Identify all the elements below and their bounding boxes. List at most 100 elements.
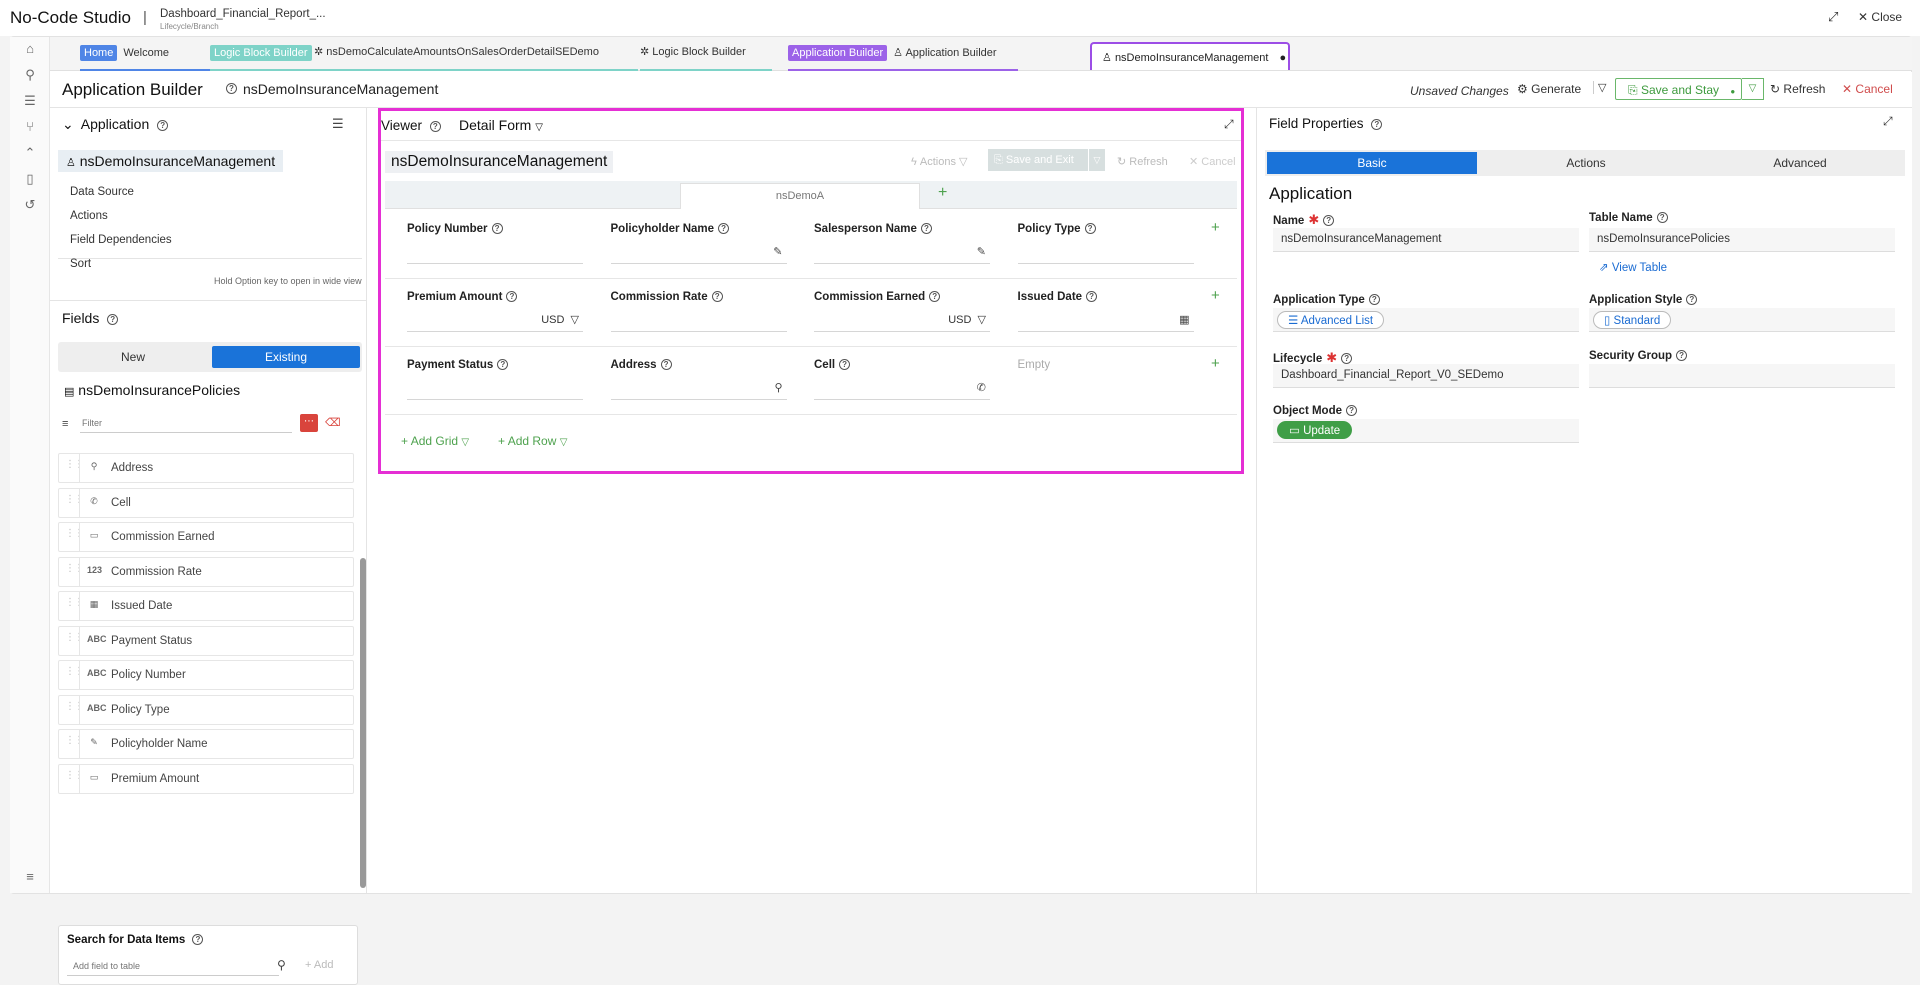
expand-icon[interactable]: ⤢ bbox=[1224, 117, 1234, 132]
help-icon[interactable]: ? bbox=[497, 359, 509, 371]
tree-item-sort[interactable]: Sort bbox=[70, 258, 91, 270]
drag-handle-icon[interactable]: ⋮⋮ bbox=[65, 598, 84, 613]
history-icon[interactable]: ↺ bbox=[22, 197, 38, 213]
add-field-input[interactable] bbox=[67, 956, 279, 976]
currency-dropdown[interactable]: USD ▽ bbox=[541, 313, 579, 326]
tab-logic-tag[interactable]: Logic Block Builder bbox=[210, 45, 314, 71]
help-icon[interactable]: ? bbox=[107, 313, 119, 325]
app-style-field[interactable]: ▯ Standard bbox=[1589, 308, 1895, 332]
field-row[interactable]: ⋮⋮ ABC Policy Type bbox=[58, 694, 354, 725]
app-type-pill[interactable]: ☰ Advanced List bbox=[1277, 311, 1385, 329]
drag-handle-icon[interactable]: ⋮⋮ bbox=[65, 494, 84, 510]
form-field[interactable]: Payment Status? bbox=[407, 359, 583, 404]
help-icon[interactable]: ? bbox=[1323, 215, 1335, 227]
help-icon[interactable]: ? bbox=[1086, 291, 1098, 303]
help-icon[interactable]: ? bbox=[920, 223, 932, 235]
form-field[interactable]: Cell? ✆ bbox=[814, 359, 990, 404]
help-icon[interactable]: ? bbox=[1346, 405, 1358, 417]
deploy-icon[interactable]: ⌃ bbox=[22, 145, 38, 161]
form-field[interactable]: Policy Type? bbox=[1017, 223, 1194, 268]
help-icon[interactable]: ? bbox=[718, 223, 730, 235]
viewer-cancel-button[interactable]: ✕ Cancel bbox=[1189, 155, 1236, 168]
close-button[interactable]: ✕ Close bbox=[1858, 10, 1902, 24]
add-column-icon[interactable]: + bbox=[1211, 355, 1220, 372]
field-row[interactable]: ⋮⋮ ABC Policy Number bbox=[58, 660, 354, 690]
help-icon[interactable]: ? bbox=[1676, 350, 1688, 362]
project-name[interactable]: Dashboard_Financial_Report_... bbox=[160, 8, 326, 20]
field-row[interactable]: ⋮⋮ ✎ Policyholder Name bbox=[58, 729, 354, 759]
field-row[interactable]: ⋮⋮ ▭ Premium Amount bbox=[58, 763, 354, 794]
more-options-icon[interactable]: ⋯ bbox=[300, 414, 318, 432]
help-icon[interactable]: ? bbox=[839, 359, 851, 371]
drag-handle-icon[interactable]: ⋮⋮ bbox=[65, 529, 84, 544]
field-list-scrollbar[interactable] bbox=[360, 558, 366, 888]
field-row[interactable]: ⋮⋮ ▦ Issued Date bbox=[58, 591, 354, 621]
name-field[interactable]: nsDemoInsuranceManagement bbox=[1273, 228, 1579, 252]
search-icon[interactable]: ⚲ bbox=[277, 958, 286, 972]
form-field[interactable]: Commission Earned? USD ▽ bbox=[814, 291, 990, 336]
cancel-button[interactable]: ✕ Cancel bbox=[1842, 82, 1893, 96]
tree-app-node[interactable]: ♙ nsDemoInsuranceManagement bbox=[58, 150, 284, 172]
form-field[interactable]: Address? ⚲ bbox=[610, 359, 787, 404]
form-type-dropdown[interactable]: Detail Form ▽ bbox=[459, 117, 543, 133]
add-grid-button[interactable]: + Add Grid ▽ bbox=[401, 434, 469, 448]
form-field[interactable]: Policyholder Name? ✎ bbox=[610, 223, 787, 268]
app-type-field[interactable]: ☰ Advanced List bbox=[1273, 308, 1579, 332]
help-icon[interactable]: ? bbox=[1084, 223, 1096, 235]
tab-welcome[interactable]: Home Welcome bbox=[80, 45, 216, 71]
object-mode-field[interactable]: ▭ Update bbox=[1273, 419, 1579, 443]
branch-icon[interactable]: ⑂ bbox=[22, 119, 38, 135]
currency-dropdown[interactable]: USD ▽ bbox=[948, 313, 986, 326]
existing-fields-tab[interactable]: Existing bbox=[212, 346, 360, 368]
filter-input[interactable] bbox=[80, 413, 292, 433]
drag-handle-icon[interactable]: ⋮⋮ bbox=[65, 460, 84, 475]
app-style-pill[interactable]: ▯ Standard bbox=[1593, 311, 1672, 329]
expand-icon[interactable]: ⤢ bbox=[1883, 114, 1893, 129]
expand-icon[interactable]: ⤢ bbox=[1828, 9, 1838, 25]
object-mode-pill[interactable]: ▭ Update bbox=[1277, 421, 1353, 439]
form-field[interactable]: Salesperson Name? ✎ bbox=[814, 223, 990, 268]
help-icon[interactable]: ? bbox=[506, 291, 518, 303]
book-icon[interactable]: ▯ bbox=[22, 171, 38, 187]
viewer-actions-button[interactable]: ϟ Actions ▽ bbox=[911, 155, 967, 168]
generate-button[interactable]: ⚙ Generate bbox=[1517, 82, 1581, 96]
save-dropdown[interactable]: ▽ bbox=[1742, 78, 1764, 100]
home-icon[interactable]: ⌂ bbox=[22, 41, 38, 57]
search-icon[interactable]: ⚲ bbox=[22, 67, 38, 83]
help-icon[interactable]: ? bbox=[1341, 353, 1353, 365]
drag-handle-icon[interactable]: ⋮⋮ bbox=[65, 736, 84, 751]
viewer-refresh-button[interactable]: ↻ Refresh bbox=[1117, 155, 1168, 168]
security-group-field[interactable] bbox=[1589, 364, 1895, 388]
form-field[interactable]: Policy Number? bbox=[407, 223, 583, 268]
help-icon[interactable]: ? bbox=[1656, 212, 1668, 224]
help-icon[interactable]: ? bbox=[1371, 118, 1383, 130]
add-button[interactable]: + Add bbox=[305, 959, 333, 971]
help-icon[interactable]: ? bbox=[429, 120, 441, 132]
application-section-header[interactable]: ⌄ Application ? bbox=[62, 116, 169, 133]
help-icon[interactable]: ? bbox=[491, 223, 503, 235]
save-and-exit-button[interactable]: ⎘ Save and Exit bbox=[988, 149, 1088, 171]
add-tab-icon[interactable]: + bbox=[938, 184, 947, 202]
field-row[interactable]: ⋮⋮ ABC Payment Status bbox=[58, 625, 354, 656]
help-icon[interactable]: ? bbox=[226, 83, 237, 94]
form-field[interactable]: Issued Date? ▦ bbox=[1017, 291, 1194, 336]
tree-item-data-source[interactable]: Data Source bbox=[70, 186, 134, 198]
field-row[interactable]: ⋮⋮ ▭ Commission Earned bbox=[58, 522, 354, 552]
refresh-button[interactable]: ↻ Refresh bbox=[1770, 82, 1825, 96]
tab-logic-block-builder[interactable]: ✲ Logic Block Builder bbox=[640, 45, 772, 71]
new-fields-tab[interactable]: New bbox=[58, 342, 208, 372]
save-and-stay-button[interactable]: ⎘ Save and Stay ● bbox=[1615, 78, 1742, 100]
help-icon[interactable]: ? bbox=[157, 119, 169, 131]
drag-handle-icon[interactable]: ⋮⋮ bbox=[65, 563, 84, 579]
save-exit-dropdown[interactable]: ▽ bbox=[1089, 149, 1105, 171]
tab-basic[interactable]: Basic bbox=[1267, 152, 1477, 174]
help-icon[interactable]: ? bbox=[929, 291, 941, 303]
clear-filter-icon[interactable]: ⌫ bbox=[325, 416, 341, 429]
add-column-icon[interactable]: + bbox=[1211, 287, 1220, 304]
panel-toggle-icon[interactable]: ≡ bbox=[22, 869, 38, 885]
help-icon[interactable]: ? bbox=[660, 359, 672, 371]
tab-advanced[interactable]: Advanced bbox=[1695, 152, 1905, 174]
drag-handle-icon[interactable]: ⋮⋮ bbox=[65, 770, 84, 786]
add-row-button[interactable]: + Add Row ▽ bbox=[498, 434, 567, 448]
drag-handle-icon[interactable]: ⋮⋮ bbox=[65, 701, 84, 717]
